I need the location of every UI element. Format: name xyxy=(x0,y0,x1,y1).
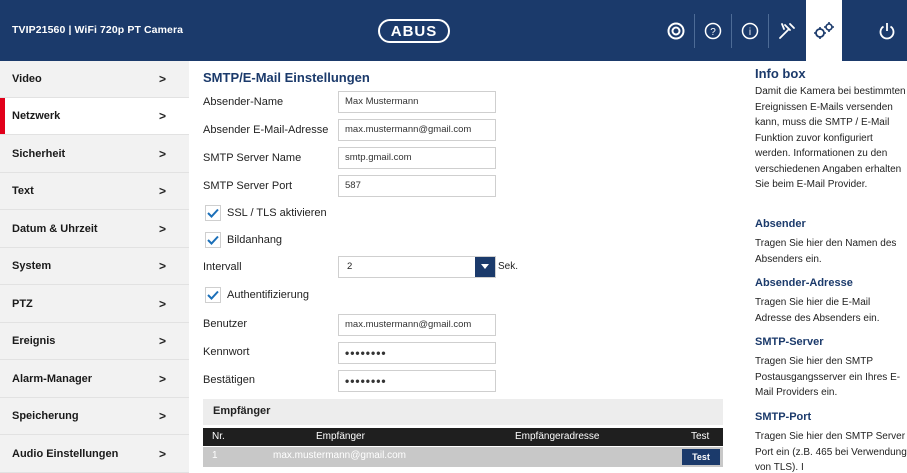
user-label: Benutzer xyxy=(203,318,248,330)
info-intro: Damit die Kamera bei bestimmten Ereignis… xyxy=(755,86,906,190)
sidebar-item-label: PTZ xyxy=(12,298,33,310)
auth-label: Authentifizierung xyxy=(227,289,309,301)
chevron-right-icon: > xyxy=(159,297,167,311)
chevron-down-icon[interactable] xyxy=(475,257,495,277)
sidebar-item-speicherung[interactable]: Speicherung > xyxy=(0,398,189,435)
tools-icon[interactable] xyxy=(769,0,805,61)
chevron-right-icon: > xyxy=(159,334,167,348)
interval-label: Intervall xyxy=(203,261,242,273)
help-icon[interactable]: ? xyxy=(695,0,731,61)
chevron-right-icon: > xyxy=(159,259,167,273)
chevron-right-icon: > xyxy=(159,409,167,423)
sidebar-item-sicherheit[interactable]: Sicherheit > xyxy=(0,136,189,173)
password-field[interactable]: •••••••• xyxy=(338,342,496,364)
sender-name-label: Absender-Name xyxy=(203,96,284,108)
svg-text:i: i xyxy=(749,27,751,38)
interval-unit: Sek. xyxy=(498,261,519,272)
sidebar-item-label: Datum & Uhrzeit xyxy=(12,223,98,235)
sidebar-item-label: Audio Einstellungen xyxy=(12,448,119,460)
password-label: Kennwort xyxy=(203,346,250,358)
info-heading-smtp-server: SMTP-Server xyxy=(755,336,824,348)
top-header: TVIP21560 | WiFi 720p PT Camera ABUS ? i xyxy=(0,0,907,61)
sidebar-item-video[interactable]: Video > xyxy=(0,61,189,98)
settings-icon[interactable] xyxy=(806,0,842,61)
sidebar-item-label: System xyxy=(12,260,52,272)
smtp-server-label: SMTP Server Name xyxy=(203,152,302,164)
chevron-right-icon: > xyxy=(159,447,167,461)
col-recipient: Empfänger xyxy=(316,431,365,442)
sidebar-item-label: Alarm-Manager xyxy=(12,373,93,385)
attachment-checkbox[interactable] xyxy=(205,232,221,248)
test-button[interactable]: Test xyxy=(682,449,720,465)
sender-name-field[interactable]: Max Mustermann xyxy=(338,91,496,113)
chevron-right-icon: > xyxy=(159,222,167,236)
chevron-right-icon: > xyxy=(159,147,167,161)
sender-email-label: Absender E-Mail-Adresse xyxy=(203,124,329,136)
camera-model: TVIP21560 | WiFi 720p PT Camera xyxy=(12,24,184,36)
checkmark-icon xyxy=(207,235,219,245)
confirm-field[interactable]: •••••••• xyxy=(338,370,496,392)
recipients-title: Empfänger xyxy=(213,405,271,417)
sidebar: Video > Netzwerk > Sicherheit > Text > D… xyxy=(0,61,189,473)
checkmark-icon xyxy=(207,290,219,300)
sidebar-item-label: Video xyxy=(12,73,42,85)
attachment-label: Bildanhang xyxy=(227,234,283,246)
info-icon[interactable]: i xyxy=(732,0,768,61)
info-title: Info box xyxy=(755,66,806,81)
sidebar-item-label: Speicherung xyxy=(12,410,79,422)
svg-text:?: ? xyxy=(710,27,716,38)
info-text-absender: Tragen Sie hier den Namen des Absenders … xyxy=(755,238,897,265)
ssl-checkbox[interactable] xyxy=(205,205,221,221)
info-text-absender-adresse: Tragen Sie hier die E-Mail Adresse des A… xyxy=(755,297,880,324)
live-view-icon[interactable] xyxy=(658,0,694,61)
smtp-port-field[interactable]: 587 xyxy=(338,175,496,197)
sidebar-item-datum-uhrzeit[interactable]: Datum & Uhrzeit > xyxy=(0,211,189,248)
smtp-server-field[interactable]: smtp.gmail.com xyxy=(338,147,496,169)
info-heading-absender: Absender xyxy=(755,218,806,230)
auth-checkbox[interactable] xyxy=(205,287,221,303)
power-icon[interactable] xyxy=(869,0,905,61)
info-heading-absender-adresse: Absender-Adresse xyxy=(755,277,853,289)
ssl-label: SSL / TLS aktivieren xyxy=(227,207,327,219)
smtp-port-label: SMTP Server Port xyxy=(203,180,293,192)
recipients-table-header: Nr. Empfänger Empfängeradresse Test xyxy=(203,428,723,446)
sidebar-item-netzwerk[interactable]: Netzwerk > xyxy=(0,98,189,135)
col-nr: Nr. xyxy=(212,431,225,442)
page-title: SMTP/E-Mail Einstellungen xyxy=(203,70,370,85)
info-heading-smtp-port: SMTP-Port xyxy=(755,411,812,423)
sidebar-item-audio-einstellungen[interactable]: Audio Einstellungen > xyxy=(0,436,189,473)
chevron-right-icon: > xyxy=(159,372,167,386)
sidebar-item-label: Netzwerk xyxy=(12,110,61,122)
sender-email-field[interactable]: max.mustermann@gmail.com xyxy=(338,119,496,141)
sidebar-item-ptz[interactable]: PTZ > xyxy=(0,286,189,323)
chevron-right-icon: > xyxy=(159,72,167,86)
checkmark-icon xyxy=(207,208,219,218)
interval-select[interactable]: 2 xyxy=(338,256,496,278)
confirm-label: Bestätigen xyxy=(203,374,255,386)
sidebar-item-label: Sicherheit xyxy=(12,148,66,160)
user-field[interactable]: max.mustermann@gmail.com xyxy=(338,314,496,336)
chevron-right-icon: > xyxy=(159,109,167,123)
sidebar-item-system[interactable]: System > xyxy=(0,248,189,285)
col-address: Empfängeradresse xyxy=(515,431,600,442)
info-text-smtp-server: Tragen Sie hier den SMTP Postausgangsser… xyxy=(755,356,901,398)
sidebar-item-label: Ereignis xyxy=(12,335,56,347)
row-nr: 1 xyxy=(212,450,218,461)
col-test: Test xyxy=(691,431,710,442)
sidebar-item-alarm-manager[interactable]: Alarm-Manager > xyxy=(0,361,189,398)
sidebar-item-ereignis[interactable]: Ereignis > xyxy=(0,323,189,360)
chevron-right-icon: > xyxy=(159,184,167,198)
sidebar-item-text[interactable]: Text > xyxy=(0,173,189,210)
table-row[interactable]: 1 max.mustermann@gmail.com Test xyxy=(203,447,723,467)
row-recipient: max.mustermann@gmail.com xyxy=(273,450,406,461)
abus-logo: ABUS xyxy=(378,19,450,43)
info-text-smtp-port: Tragen Sie hier den SMTP Server Port ein… xyxy=(755,431,907,473)
recipients-section: Empfänger xyxy=(203,399,723,425)
sidebar-item-label: Text xyxy=(12,185,34,197)
